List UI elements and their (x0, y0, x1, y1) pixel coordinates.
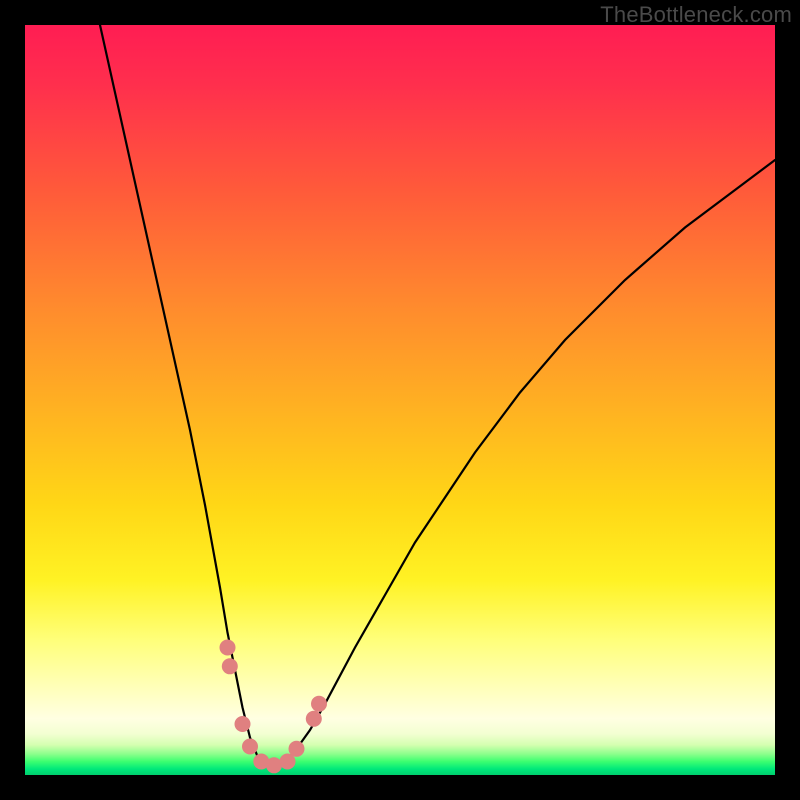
bottleneck-curve (100, 25, 775, 768)
outer-frame: TheBottleneck.com (0, 0, 800, 800)
chart-svg (25, 25, 775, 775)
marker-dot (266, 757, 282, 773)
watermark-text: TheBottleneck.com (600, 2, 792, 28)
marker-dot (242, 739, 258, 755)
marker-dot (289, 741, 305, 757)
low-point-markers (220, 640, 328, 774)
marker-dot (220, 640, 236, 656)
marker-dot (222, 658, 238, 674)
plot-area (25, 25, 775, 775)
marker-dot (306, 711, 322, 727)
marker-dot (235, 716, 251, 732)
marker-dot (311, 696, 327, 712)
